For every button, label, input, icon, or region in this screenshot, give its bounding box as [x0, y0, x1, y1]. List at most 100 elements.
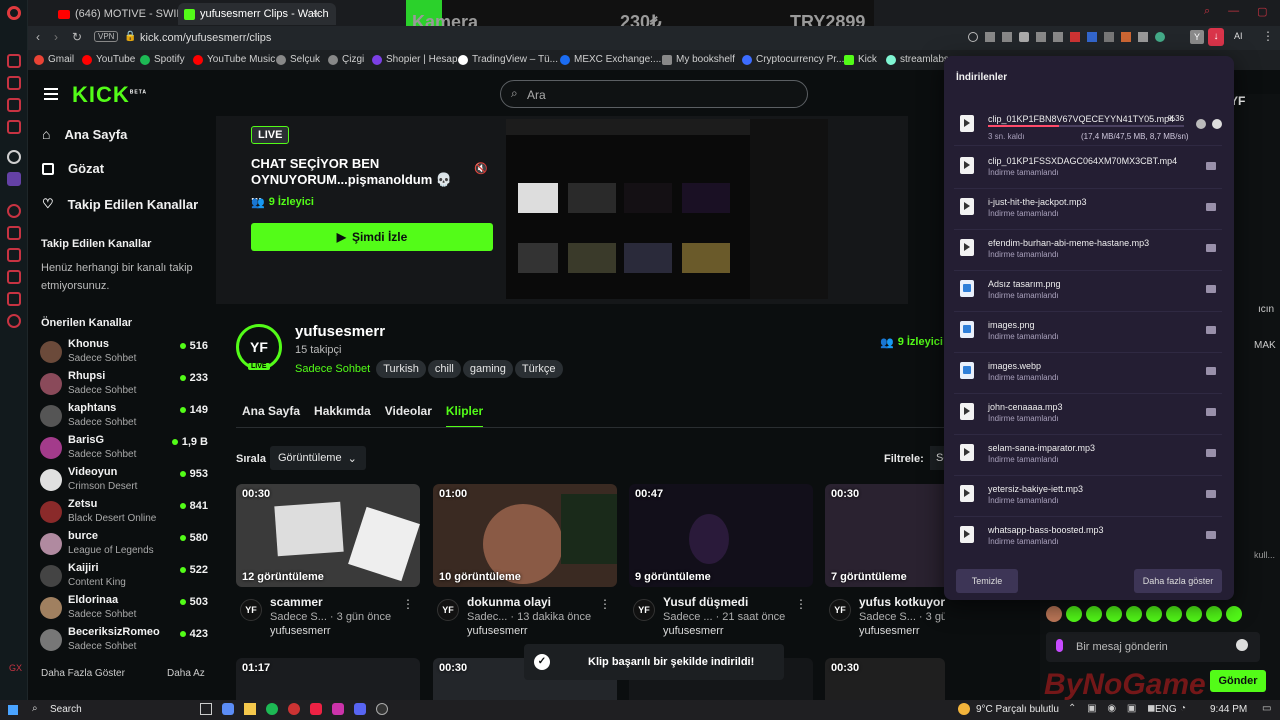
- recommended-channel-videoyun[interactable]: Videoyun Crimson Desert 953: [40, 466, 208, 496]
- opera-taskbar-icon[interactable]: [288, 703, 300, 715]
- clip-user[interactable]: yufusesmerr: [270, 625, 331, 637]
- kick-logo[interactable]: KICKBETA: [72, 82, 147, 108]
- show-less-link[interactable]: Daha Az: [167, 668, 205, 679]
- download-item[interactable]: yetersiz-bakiye-iett.mp3 İndirme tamamlan…: [954, 476, 1222, 517]
- emote-icon[interactable]: [1046, 606, 1062, 622]
- tab-home[interactable]: Ana Sayfa: [242, 404, 300, 428]
- clip-card[interactable]: 00:30 7 görüntüleme YF yufus kotkuyor Sa…: [825, 484, 945, 641]
- folder-icon[interactable]: [1206, 367, 1216, 375]
- more-vertical-icon[interactable]: ⋮: [795, 597, 807, 611]
- recommended-channel-rhupsi[interactable]: Rhupsi Sadece Sohbet 233: [40, 370, 208, 400]
- live-preview-video[interactable]: [506, 119, 828, 299]
- download-item[interactable]: i-just-hit-the-jackpot.mp3 İndirme tamaml…: [954, 189, 1222, 230]
- tab-clips[interactable]: Klipler: [445, 404, 484, 428]
- network-icon[interactable]: ◔: [1180, 703, 1186, 714]
- nav-following[interactable]: ♡ Takip Edilen Kanallar: [42, 196, 198, 212]
- filter-dropdown[interactable]: Sc: [930, 446, 944, 470]
- clip-card-row2[interactable]: 00:30: [825, 658, 945, 700]
- ext-chrome-icon[interactable]: [1155, 32, 1165, 42]
- messenger-icon[interactable]: [7, 120, 21, 134]
- channel-avatar[interactable]: YF LIVE: [236, 324, 282, 370]
- task-view-icon[interactable]: [200, 703, 212, 715]
- sort-dropdown[interactable]: Görüntüleme ⌄: [270, 446, 366, 470]
- clip-card[interactable]: 01:00 10 görüntüleme YF dokunma olayi Sa…: [433, 484, 617, 641]
- player-icon[interactable]: [7, 248, 21, 262]
- explorer-icon[interactable]: [244, 703, 256, 715]
- search-tabs-icon[interactable]: ⌕: [1204, 5, 1210, 18]
- folder-icon[interactable]: [1206, 244, 1216, 252]
- vpn-badge[interactable]: VPN: [94, 31, 119, 42]
- language-indicator[interactable]: ENG: [1155, 704, 1177, 715]
- profile-y-button[interactable]: Y: [1190, 30, 1204, 44]
- folder-icon[interactable]: [1206, 531, 1216, 539]
- bookmark-shopier[interactable]: Shopier | Hesap: [372, 54, 458, 65]
- tag-chill[interactable]: chill: [427, 360, 461, 378]
- folder-icon[interactable]: [1206, 326, 1216, 334]
- recommended-channel-kaijiri[interactable]: Kaijiri Content King 522: [40, 562, 208, 592]
- shopping-icon[interactable]: [7, 76, 21, 90]
- watch-now-button[interactable]: ▶ Şimdi İzle: [251, 223, 493, 251]
- bookmark-crypto[interactable]: Cryptocurrency Pr...: [742, 54, 844, 65]
- tab-about[interactable]: Hakkımda: [314, 404, 371, 428]
- ext-blue-icon[interactable]: [1087, 32, 1097, 42]
- recommended-channel-zetsu[interactable]: Zetsu Black Desert Online 841: [40, 498, 208, 528]
- clip-thumbnail[interactable]: 00:30 7 görüntüleme: [825, 484, 945, 587]
- bookmark-kick[interactable]: Kick: [844, 54, 877, 65]
- nav-browse[interactable]: Gözat: [42, 161, 104, 176]
- clear-downloads-button[interactable]: Temizle: [956, 569, 1018, 593]
- taskbar-search[interactable]: Search: [50, 704, 82, 715]
- clip-user[interactable]: yufusesmerr: [467, 625, 528, 637]
- settings-icon[interactable]: [7, 314, 21, 328]
- chatgpt-icon[interactable]: [7, 150, 21, 164]
- clip-thumbnail[interactable]: 00:30 12 görüntüleme: [236, 484, 420, 587]
- more-sidebar-icon[interactable]: GX: [9, 663, 22, 673]
- new-tab-button[interactable]: +: [312, 5, 320, 21]
- emote-icon[interactable]: [1166, 606, 1182, 622]
- bookmark-spotify[interactable]: Spotify: [140, 54, 185, 65]
- bookmark-youtube-music[interactable]: YouTube Music: [193, 54, 275, 65]
- clip-title[interactable]: Yusuf düşmedi: [663, 595, 748, 609]
- emote-icon[interactable]: [1186, 606, 1202, 622]
- folder-icon[interactable]: [1206, 449, 1216, 457]
- emote-icon[interactable]: [1126, 606, 1142, 622]
- recommended-channel-burce[interactable]: burce League of Legends 580: [40, 530, 208, 560]
- clip-avatar[interactable]: YF: [240, 599, 262, 621]
- chat-input[interactable]: Bir mesaj gönderin: [1046, 632, 1260, 662]
- extensions-icon[interactable]: [7, 292, 21, 306]
- forward-icon[interactable]: ›: [54, 30, 58, 44]
- tab-videos[interactable]: Videolar: [385, 404, 432, 428]
- clip-avatar[interactable]: YF: [633, 599, 655, 621]
- emote-icon[interactable]: [1226, 606, 1242, 622]
- search-input[interactable]: Ara: [527, 88, 546, 102]
- recommended-channel-kaphtans[interactable]: kaphtans Sadece Sohbet 149: [40, 402, 208, 432]
- discord-icon[interactable]: [354, 703, 366, 715]
- tray-icons[interactable]: ⌃ ▣ ◉ ▣ ◼: [1068, 703, 1159, 714]
- channel-category[interactable]: Sadece Sohbet: [295, 363, 370, 375]
- download-item[interactable]: john-cenaaaa.mp3 İndirme tamamlandı: [954, 394, 1222, 435]
- emoji-icon[interactable]: [1236, 639, 1248, 651]
- emote-icon[interactable]: [1086, 606, 1102, 622]
- clip-card[interactable]: 00:30 12 görüntüleme YF scammer Sadece S…: [236, 484, 420, 641]
- snapshot-icon[interactable]: [1002, 32, 1012, 42]
- maximize-icon[interactable]: ▢: [1257, 5, 1267, 18]
- clock[interactable]: 9:44 PM: [1210, 704, 1247, 715]
- shield-icon[interactable]: [1019, 32, 1029, 42]
- folder-icon[interactable]: [1206, 162, 1216, 170]
- folder-icon[interactable]: [1206, 285, 1216, 293]
- url-field[interactable]: kick.com/yufusesmerr/clips: [140, 32, 271, 44]
- tag-turkish[interactable]: Turkish: [376, 360, 426, 378]
- clip-avatar[interactable]: YF: [437, 599, 459, 621]
- download-item[interactable]: clip_01KP1FSSXDAGC064XM70MX3CBT.mp4 İndir…: [954, 148, 1222, 189]
- clip-title[interactable]: yufus kotkuyor: [859, 595, 945, 609]
- windows-start-icon[interactable]: [8, 705, 18, 715]
- clip-thumbnail[interactable]: 01:00 10 görüntüleme: [433, 484, 617, 587]
- bookmark-youtube[interactable]: YouTube: [82, 54, 135, 65]
- folder-icon[interactable]: [1206, 490, 1216, 498]
- cancel-download-icon[interactable]: [1212, 119, 1222, 129]
- emote-icon[interactable]: [1106, 606, 1122, 622]
- downloads-toolbar-button[interactable]: ↓: [1208, 28, 1224, 46]
- pin-icon[interactable]: [985, 32, 995, 42]
- recommended-channel-barisg[interactable]: BarisG Sadece Sohbet 1,9 B: [40, 434, 208, 464]
- minimize-icon[interactable]: —: [1228, 5, 1239, 18]
- bookmark-mexc[interactable]: MEXC Exchange:...: [560, 54, 661, 65]
